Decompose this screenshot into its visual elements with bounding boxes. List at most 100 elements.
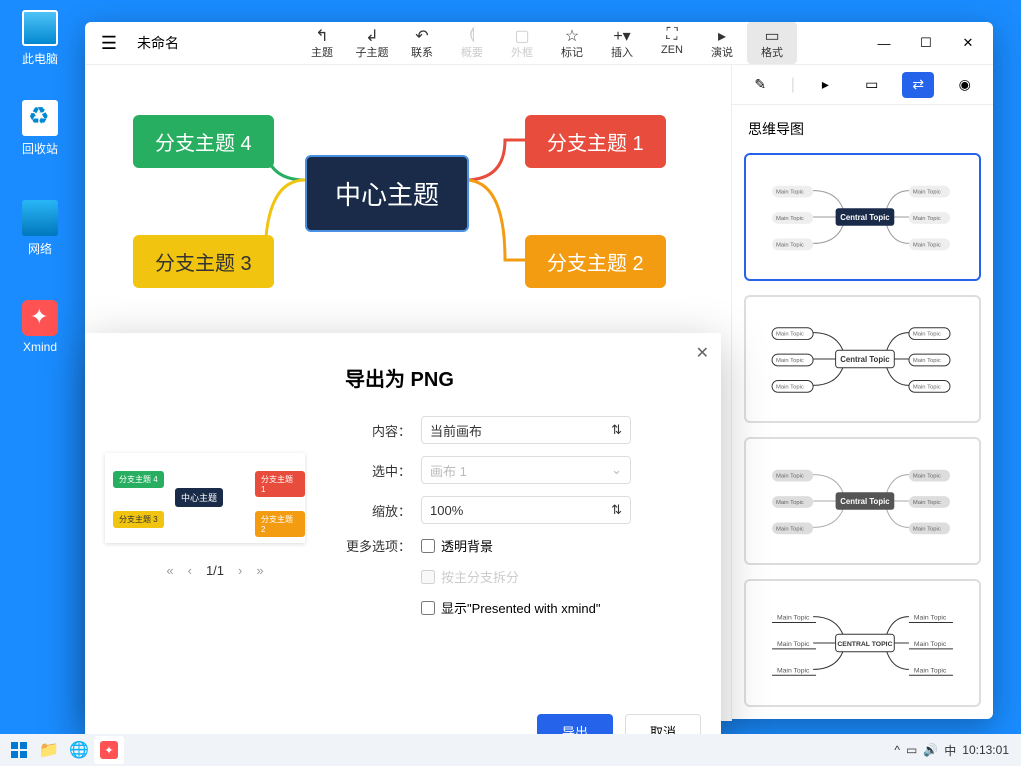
content-label: 内容： — [345, 421, 421, 440]
tool-icon: ↰ — [315, 26, 328, 44]
svg-text:Main Topic: Main Topic — [777, 615, 810, 622]
tool-icon: ↶ — [415, 26, 428, 44]
preview-center: 中心主题 — [175, 488, 223, 507]
explorer-taskbar-icon[interactable]: 📁 — [34, 736, 64, 764]
svg-text:Main Topic: Main Topic — [913, 216, 941, 222]
svg-text:Main Topic: Main Topic — [776, 358, 804, 364]
menu-button[interactable]: ☰ — [89, 33, 129, 54]
svg-text:Main Topic: Main Topic — [914, 641, 947, 648]
selected-select: 画布 1⌄ — [421, 456, 631, 484]
center-topic-node[interactable]: 中心主题 — [305, 155, 469, 232]
format-panel: ✎ | ▸ ▭ ⇄ ◉ 思维导图 Main TopicMain TopicMai… — [731, 65, 993, 721]
svg-text:Main Topic: Main Topic — [913, 526, 941, 532]
style-tab[interactable]: ◉ — [949, 72, 981, 98]
tray-chevron-icon[interactable]: ^ — [894, 743, 900, 757]
zoom-label: 缩放： — [345, 501, 421, 520]
svg-text:Main Topic: Main Topic — [913, 190, 941, 196]
toolbar-格式[interactable]: ▭格式 — [747, 22, 797, 64]
content-select[interactable]: 当前画布⇅ — [421, 416, 631, 444]
svg-text:Main Topic: Main Topic — [776, 332, 804, 338]
ime-indicator[interactable]: 中 — [944, 742, 956, 759]
branch-node-2[interactable]: 分支主题 2 — [525, 235, 666, 288]
xmind-app-icon — [22, 300, 58, 336]
branch-node-1[interactable]: 分支主题 1 — [525, 115, 666, 168]
toolbar-演说[interactable]: ▸演说 — [697, 22, 747, 64]
toolbar-外框: ▢外框 — [497, 22, 547, 64]
svg-text:Main Topic: Main Topic — [776, 384, 804, 390]
desktop-network[interactable]: 网络 — [10, 200, 70, 257]
toolbar-联系[interactable]: ↶联系 — [397, 22, 447, 64]
preview-thumbnail: 中心主题 分支主题 1 分支主题 2 分支主题 3 分支主题 4 — [105, 453, 305, 543]
svg-text:Main Topic: Main Topic — [777, 667, 810, 674]
clock[interactable]: 10:13:01 — [962, 743, 1009, 757]
recycle-icon — [22, 100, 58, 136]
svg-text:Main Topic: Main Topic — [914, 615, 947, 622]
svg-text:Main Topic: Main Topic — [913, 242, 941, 248]
titlebar: ☰ 未命名 ↰主题↲子主题↶联系⟬概要▢外框☆标记+▾插入⛶ZEN▸演说▭格式 … — [85, 22, 993, 65]
toolbar-概要: ⟬概要 — [447, 22, 497, 64]
brush-tab[interactable]: ✎ — [744, 72, 776, 98]
panel-tabs: ✎ | ▸ ▭ ⇄ ◉ — [732, 65, 993, 105]
desktop-xmind[interactable]: Xmind — [10, 300, 70, 354]
template-option[interactable]: Main Topic Main Topic Main Topic Main Topic… — [744, 295, 981, 423]
export-png-dialog: ✕ 中心主题 分支主题 1 分支主题 2 分支主题 3 分支主题 4 « ‹ 1… — [85, 333, 721, 763]
tool-icon: ⟬ — [469, 26, 475, 44]
template-option[interactable]: Main Topic Main Topic Main Topic Main Topic… — [744, 437, 981, 565]
svg-text:Main Topic: Main Topic — [913, 500, 941, 506]
pager-next-icon[interactable]: › — [238, 563, 242, 578]
desktop-label: Xmind — [10, 340, 70, 354]
more-options-label: 更多选项： — [345, 536, 421, 555]
toolbar-ZEN[interactable]: ⛶ZEN — [647, 22, 697, 64]
document-title: 未命名 — [137, 33, 257, 53]
minimize-button[interactable]: — — [863, 27, 905, 59]
presented-with-checkbox[interactable]: 显示"Presented with xmind" — [421, 598, 601, 617]
toolbar-插入[interactable]: +▾插入 — [597, 22, 647, 64]
preview-b2: 分支主题 2 — [255, 511, 305, 537]
template-option[interactable]: Main Topic Main Topic Main Topic Main Topic… — [744, 153, 981, 281]
svg-text:Main Topic: Main Topic — [776, 474, 804, 480]
window-controls: — ☐ ✕ — [863, 27, 989, 59]
desktop-recycle-bin[interactable]: 回收站 — [10, 100, 70, 157]
zoom-select[interactable]: 100%⇅ — [421, 496, 631, 524]
dialog-close-button[interactable]: ✕ — [696, 343, 709, 363]
svg-text:Main Topic: Main Topic — [913, 384, 941, 390]
tool-icon: +▾ — [613, 26, 630, 44]
tool-icon: ▭ — [764, 26, 779, 44]
svg-text:Main Topic: Main Topic — [776, 190, 804, 196]
desktop-this-pc[interactable]: 此电脑 — [10, 10, 70, 67]
tray-network-icon[interactable]: ▭ — [906, 743, 917, 757]
structure-tab[interactable]: ⇄ — [902, 72, 934, 98]
preview-b1: 分支主题 1 — [255, 471, 305, 497]
play-tab[interactable]: ▸ — [809, 72, 841, 98]
toolbar-标记[interactable]: ☆标记 — [547, 22, 597, 64]
template-list: Main Topic Main Topic Main Topic Main Topic… — [732, 153, 993, 721]
branch-node-4[interactable]: 分支主题 4 — [133, 115, 274, 168]
note-tab[interactable]: ▭ — [856, 72, 888, 98]
selected-label: 选中： — [345, 461, 421, 480]
svg-text:Main Topic: Main Topic — [913, 358, 941, 364]
svg-text:Main Topic: Main Topic — [776, 500, 804, 506]
toolbar-子主题[interactable]: ↲子主题 — [347, 22, 397, 64]
start-button[interactable] — [4, 736, 34, 764]
pager-prev-icon[interactable]: ‹ — [188, 563, 192, 578]
edge-taskbar-icon[interactable]: 🌐 — [64, 736, 94, 764]
transparent-bg-checkbox[interactable]: 透明背景 — [421, 536, 493, 555]
svg-text:Central Topic: Central Topic — [840, 355, 890, 364]
template-option[interactable]: Main Topic Main Topic Main Topic Main Topic… — [744, 579, 981, 707]
svg-text:Main Topic: Main Topic — [914, 667, 947, 674]
updown-icon: ⇅ — [611, 422, 622, 438]
pager-first-icon[interactable]: « — [166, 563, 173, 578]
branch-node-3[interactable]: 分支主题 3 — [133, 235, 274, 288]
tray-volume-icon[interactable]: 🔊 — [923, 743, 938, 757]
xmind-taskbar-icon[interactable]: ✦ — [94, 736, 124, 764]
updown-icon: ⇅ — [611, 502, 622, 518]
panel-title: 思维导图 — [732, 105, 993, 153]
pager-last-icon[interactable]: » — [256, 563, 263, 578]
maximize-button[interactable]: ☐ — [905, 27, 947, 59]
svg-text:Main Topic: Main Topic — [913, 332, 941, 338]
close-button[interactable]: ✕ — [947, 27, 989, 59]
preview-b3: 分支主题 3 — [113, 511, 164, 528]
svg-text:Main Topic: Main Topic — [776, 526, 804, 532]
desktop-label: 此电脑 — [10, 50, 70, 67]
toolbar-主题[interactable]: ↰主题 — [297, 22, 347, 64]
